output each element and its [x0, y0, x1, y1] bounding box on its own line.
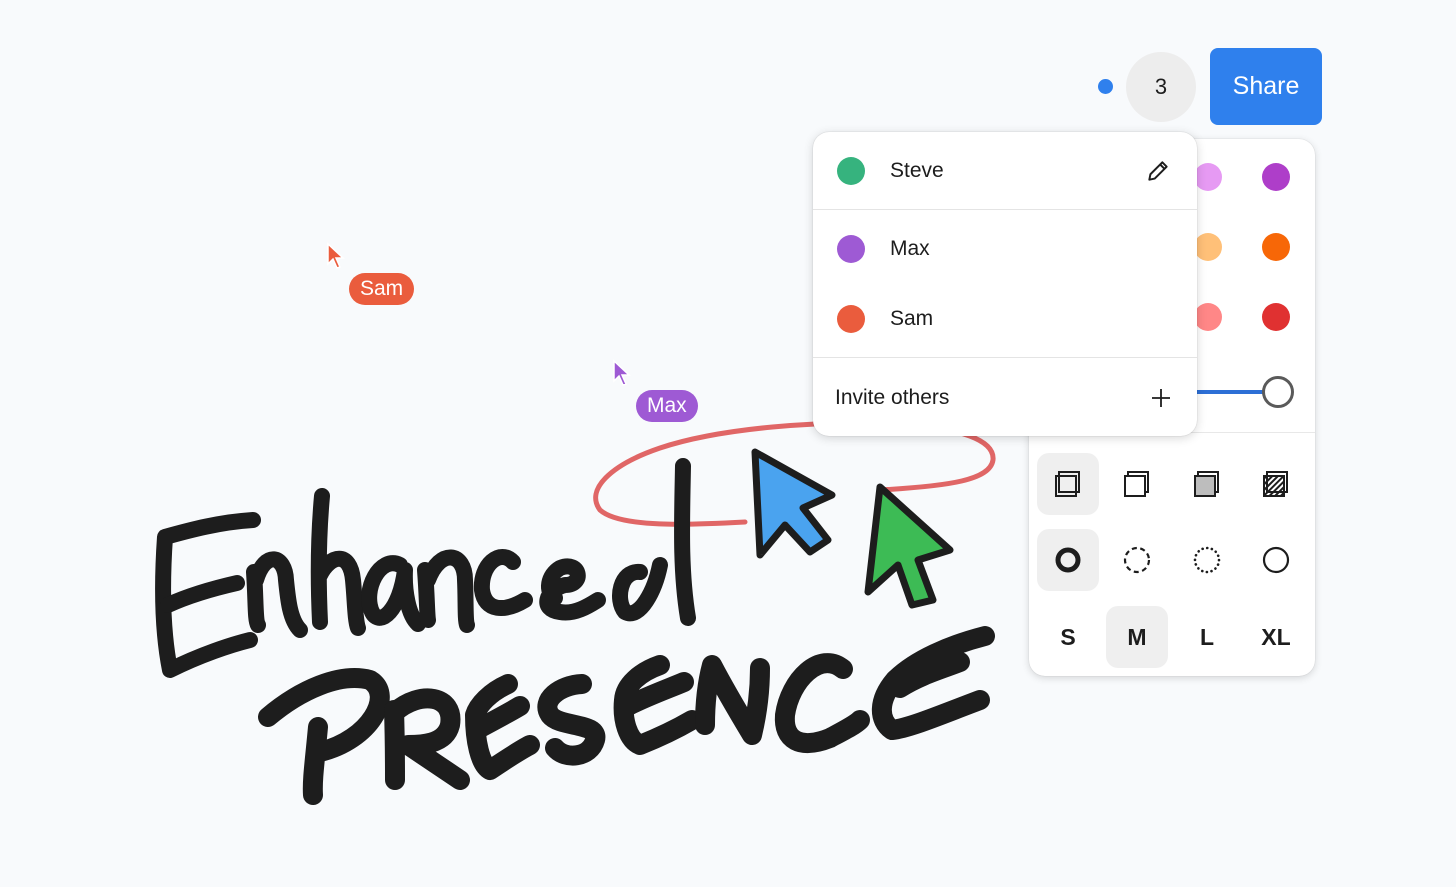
fill-pattern-button[interactable] — [1245, 453, 1307, 515]
fill-semi-button[interactable] — [1106, 453, 1168, 515]
people-menu: Steve Max Sam Invite others — [813, 132, 1197, 436]
fill-solid-button[interactable] — [1176, 453, 1238, 515]
size-xl-button[interactable]: XL — [1245, 606, 1307, 668]
fill-semi-icon — [1124, 471, 1149, 497]
cursor-name-max: Max — [647, 394, 687, 417]
invite-others-button[interactable]: Invite others — [813, 372, 1197, 426]
person-row-max[interactable]: Max — [813, 219, 1197, 279]
fill-solid-icon — [1194, 471, 1219, 497]
dash-solid-icon — [1262, 546, 1290, 574]
person-name: Steve — [890, 159, 944, 182]
cursor-sam-icon — [327, 242, 345, 269]
cursor-name-sam: Sam — [360, 277, 404, 300]
invite-others-label: Invite others — [835, 386, 950, 409]
pencil-icon[interactable] — [1145, 158, 1171, 184]
presence-indicator — [1098, 79, 1113, 94]
person-color-dot — [837, 305, 865, 333]
fill-pattern-icon — [1263, 471, 1288, 497]
swatch-violet[interactable] — [1262, 163, 1290, 191]
fill-none-button[interactable] — [1037, 453, 1099, 515]
person-name: Sam — [890, 307, 934, 330]
size-s-button[interactable]: S — [1037, 606, 1099, 668]
drawn-green-cursor — [864, 483, 954, 609]
person-name: Max — [890, 237, 930, 260]
plus-icon — [1152, 389, 1170, 407]
person-color-dot — [837, 235, 865, 263]
swatch-orange-light[interactable] — [1194, 233, 1222, 261]
swatch-red[interactable] — [1262, 303, 1290, 331]
swatch-violet-light[interactable] — [1194, 163, 1222, 191]
dash-draw-button[interactable] — [1037, 529, 1099, 591]
person-row-sam[interactable]: Sam — [813, 289, 1197, 349]
size-m-button[interactable]: M — [1106, 606, 1168, 668]
person-color-dot — [837, 157, 865, 185]
participant-count: 3 — [1154, 74, 1168, 99]
dash-draw-icon — [1055, 547, 1081, 573]
menu-divider — [813, 357, 1197, 358]
drawn-blue-cursor — [751, 448, 836, 559]
swatch-red-light[interactable] — [1194, 303, 1222, 331]
dash-dotted-icon — [1193, 546, 1221, 574]
headline-enhanced — [155, 458, 696, 678]
dash-dashed-button[interactable] — [1106, 529, 1168, 591]
cursor-max-icon — [613, 359, 631, 386]
dash-dashed-icon — [1123, 546, 1151, 574]
headline-presence — [258, 626, 995, 805]
dash-dotted-button[interactable] — [1176, 529, 1238, 591]
opacity-slider-track[interactable] — [1189, 390, 1269, 394]
person-row-steve[interactable]: Steve — [813, 141, 1197, 201]
red-lasso-stroke — [593, 420, 996, 527]
opacity-slider-thumb[interactable] — [1262, 376, 1294, 408]
swatch-orange[interactable] — [1262, 233, 1290, 261]
share-button[interactable]: Share — [1210, 48, 1322, 125]
menu-divider — [813, 209, 1197, 210]
size-l-button[interactable]: L — [1176, 606, 1238, 668]
fill-none-icon — [1055, 471, 1080, 497]
cursor-name-tag-sam: Sam — [349, 273, 415, 305]
dash-solid-button[interactable] — [1245, 529, 1307, 591]
participant-count-button[interactable]: 3 — [1126, 52, 1196, 122]
cursor-name-tag-max: Max — [636, 390, 698, 422]
